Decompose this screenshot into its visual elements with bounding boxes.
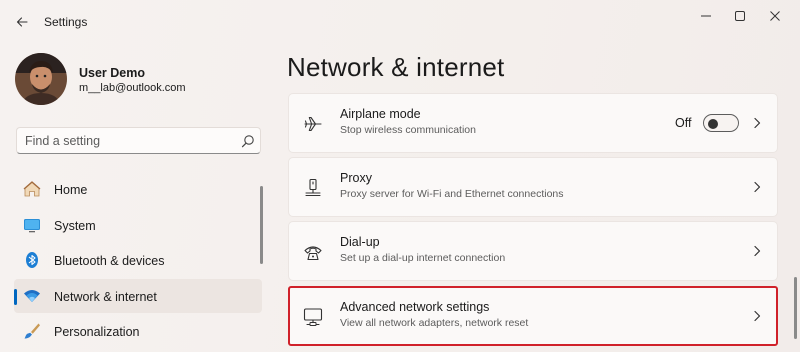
title-bar: Settings	[0, 0, 800, 44]
airplane-icon	[303, 114, 323, 134]
chevron-right-icon	[754, 310, 761, 322]
card-title: Airplane mode	[340, 107, 421, 121]
card-subtitle: Set up a dial-up internet connection	[340, 252, 506, 264]
main-scrollbar[interactable]	[794, 277, 797, 339]
card-title: Proxy	[340, 171, 372, 185]
wifi-icon	[23, 287, 41, 305]
sidebar-item-network[interactable]: Network & internet	[14, 278, 262, 313]
settings-window: Settings User Demo m__lab@outlook.com Fi…	[0, 0, 800, 352]
page-title: Network & internet	[287, 52, 505, 82]
search-icon[interactable]	[241, 134, 255, 148]
sidebar-item-home[interactable]: Home	[14, 172, 262, 206]
airplane-mode-card[interactable]: Airplane mode Stop wireless communicatio…	[288, 93, 778, 153]
close-icon	[770, 11, 780, 21]
network-adapter-icon	[303, 307, 323, 327]
card-title: Advanced network settings	[340, 300, 490, 314]
maximize-button[interactable]	[722, 4, 758, 28]
proxy-icon	[303, 178, 323, 198]
minimize-icon	[701, 15, 711, 17]
advanced-network-settings-card[interactable]: Advanced network settings View all netwo…	[288, 286, 778, 346]
sidebar-item-label: Bluetooth & devices	[54, 254, 165, 268]
sidebar-scrollbar[interactable]	[260, 186, 263, 264]
brush-icon	[23, 322, 41, 340]
chevron-right-icon	[754, 181, 761, 193]
system-icon	[23, 216, 41, 234]
close-button[interactable]	[757, 4, 793, 28]
sidebar-item-bluetooth[interactable]: Bluetooth & devices	[14, 243, 262, 277]
back-button[interactable]	[12, 12, 32, 32]
search-input[interactable]	[17, 128, 232, 153]
card-subtitle: Proxy server for Wi-Fi and Ethernet conn…	[340, 188, 564, 200]
chevron-right-icon	[754, 245, 761, 257]
back-arrow-icon	[16, 17, 28, 27]
card-subtitle: View all network adapters, network reset	[340, 317, 529, 329]
card-subtitle: Stop wireless communication	[340, 124, 476, 136]
home-icon	[23, 180, 41, 198]
sidebar-item-label: Network & internet	[54, 289, 157, 304]
chevron-right-icon	[754, 117, 761, 129]
airplane-mode-toggle[interactable]	[703, 114, 739, 132]
sidebar-item-label: System	[54, 218, 96, 233]
user-email: m__lab@outlook.com	[79, 82, 186, 94]
user-avatar-image	[15, 53, 67, 105]
toggle-state-label: Off	[675, 116, 692, 130]
dialup-icon	[303, 242, 323, 262]
app-title: Settings	[44, 15, 88, 29]
selection-indicator	[14, 288, 17, 305]
card-title: Dial-up	[340, 235, 380, 249]
sidebar-item-system[interactable]: System	[14, 208, 262, 242]
search-box[interactable]	[16, 127, 261, 154]
proxy-card[interactable]: Proxy Proxy server for Wi-Fi and Etherne…	[288, 157, 778, 217]
sidebar-item-label: Home	[54, 183, 88, 197]
sidebar-nav: Home System Bluetooth & devices Network …	[14, 172, 262, 350]
sidebar-item-label: Personalization	[54, 325, 140, 339]
sidebar-item-personalization[interactable]: Personalization	[14, 314, 262, 348]
user-name: User Demo	[79, 66, 145, 80]
dialup-card[interactable]: Dial-up Set up a dial-up internet connec…	[288, 221, 778, 281]
avatar[interactable]	[15, 53, 67, 105]
toggle-knob	[708, 118, 718, 129]
minimize-button[interactable]	[688, 4, 724, 28]
bluetooth-icon	[23, 251, 41, 269]
maximize-icon	[735, 11, 745, 21]
